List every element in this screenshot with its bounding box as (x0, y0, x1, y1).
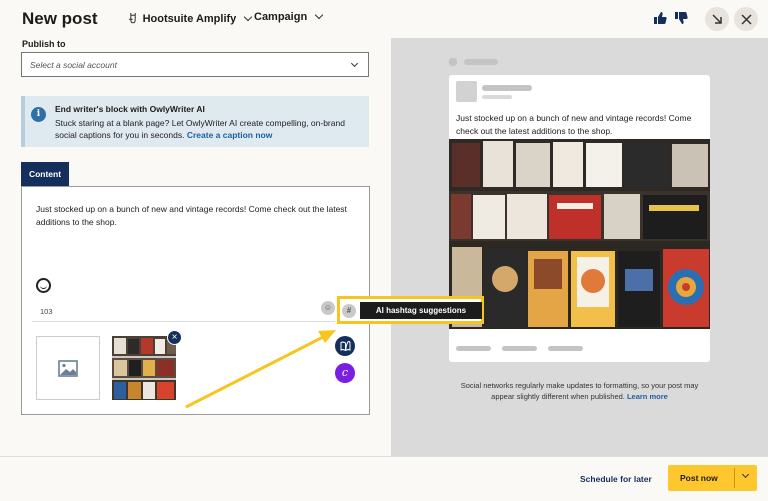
banner-body: Stuck staring at a blank page? Let OwlyW… (55, 117, 367, 141)
emoji-picker-button[interactable]: ☺ (321, 301, 335, 315)
schedule-for-later-button[interactable]: Schedule for later (580, 474, 652, 484)
preview-panel: Just stocked up on a bunch of new and vi… (391, 38, 768, 456)
arrow-down-right-icon (712, 14, 722, 24)
publish-to-label: Publish to (22, 39, 66, 49)
close-icon (740, 13, 752, 25)
org-selector[interactable]: ꀀ Hootsuite Amplify (128, 11, 253, 26)
skeleton-line (456, 346, 491, 351)
records-photo (449, 139, 710, 329)
chevron-down-icon (314, 10, 324, 20)
thumbs-down-icon[interactable] (674, 11, 688, 25)
post-now-label: Post now (680, 473, 718, 483)
content-editor[interactable]: Just stocked up on a bunch of new and vi… (21, 186, 370, 415)
minimize-button[interactable] (705, 7, 729, 31)
close-button[interactable] (734, 7, 758, 31)
learn-more-link[interactable]: Learn more (627, 392, 668, 401)
canva-button[interactable]: c (335, 363, 355, 383)
tab-content[interactable]: Content (21, 162, 69, 186)
social-account-select[interactable]: Select a social account (21, 52, 369, 77)
owlywriter-banner: i End writer's block with OwlyWriter AI … (21, 96, 369, 147)
skeleton-line (464, 59, 498, 65)
new-post-modal: New post ꀀ Hootsuite Amplify Campaign Pu… (0, 0, 768, 501)
create-caption-link[interactable]: Create a caption now (187, 130, 273, 140)
skeleton-dot (449, 58, 457, 66)
chevron-down-icon[interactable] (741, 470, 750, 479)
avatar (456, 81, 477, 102)
character-count: 103 (40, 307, 53, 316)
owl-logo-icon: ꀀ (128, 14, 137, 26)
page-title: New post (22, 9, 98, 28)
skeleton-line (482, 95, 512, 99)
campaign-selector[interactable]: Campaign (254, 10, 324, 23)
banner-title: End writer's block with OwlyWriter AI (55, 104, 205, 114)
ai-hashtag-tooltip: AI hashtag suggestions (360, 302, 482, 319)
post-preview-card: Just stocked up on a bunch of new and vi… (449, 75, 710, 362)
hashtag-icon[interactable]: # (342, 304, 356, 318)
add-media-button[interactable] (36, 336, 100, 400)
footer: Schedule for later Post now (0, 456, 768, 501)
header: New post ꀀ Hootsuite Amplify Campaign (0, 0, 768, 38)
skeleton-line (482, 85, 532, 91)
divider (32, 321, 335, 322)
emoji-icon[interactable] (36, 278, 51, 293)
canva-icon: c (341, 366, 349, 379)
media-library-button[interactable] (335, 336, 355, 356)
ai-hashtag-tooltip-highlight: # AI hashtag suggestions (337, 296, 484, 324)
preview-image (449, 139, 710, 329)
info-icon: i (31, 107, 46, 122)
org-name: Hootsuite Amplify (142, 12, 237, 25)
records-thumbnail-image (112, 336, 176, 400)
composer-panel: Publish to Select a social account i End… (0, 38, 391, 456)
post-now-button[interactable]: Post now (668, 465, 757, 491)
social-account-placeholder: Select a social account (30, 60, 117, 70)
preview-disclaimer: Social networks regularly make updates t… (449, 380, 710, 402)
media-thumbnail[interactable] (112, 336, 176, 400)
chevron-down-icon (350, 59, 359, 68)
thumbs-up-icon[interactable] (653, 11, 667, 25)
skeleton-line (502, 346, 537, 351)
book-icon (340, 341, 350, 351)
remove-media-button[interactable]: × (167, 330, 182, 345)
skeleton-line (548, 346, 583, 351)
preview-post-text: Just stocked up on a bunch of new and vi… (456, 113, 692, 136)
image-icon (58, 359, 78, 377)
divider (734, 468, 735, 488)
campaign-label: Campaign (254, 11, 308, 23)
chevron-down-icon (244, 12, 253, 21)
post-text-area[interactable]: Just stocked up on a bunch of new and vi… (36, 203, 356, 228)
